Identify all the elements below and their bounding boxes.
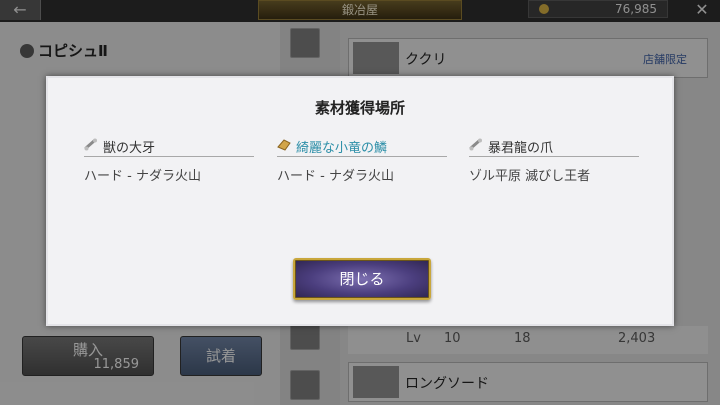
close-button[interactable]: 閉じる xyxy=(293,258,431,300)
material-name: 獣の大牙 xyxy=(103,141,156,156)
material-header: 暴君龍の爪 xyxy=(469,136,639,157)
material-location: ゾル平原 滅びし王者 xyxy=(469,169,591,184)
material-location: ハード - ナダラ火山 xyxy=(84,169,201,184)
material-name: 暴君龍の爪 xyxy=(488,141,554,156)
material-source-dialog: 素材獲得場所 獣の大牙 ハード - ナダラ火山 綺麗な小竜の鱗 ハード - ナダ… xyxy=(46,76,674,326)
material-name: 綺麗な小竜の鱗 xyxy=(296,141,388,156)
dialog-title: 素材獲得場所 xyxy=(314,99,405,117)
material-header: 獣の大牙 xyxy=(84,136,254,157)
scale-icon xyxy=(277,139,291,151)
material-header: 綺麗な小竜の鱗 xyxy=(277,136,447,157)
material-location: ハード - ナダラ火山 xyxy=(277,169,394,184)
material-source[interactable]: 獣の大牙 ハード - ナダラ火山 xyxy=(84,136,254,184)
bone-icon xyxy=(84,138,97,151)
material-source[interactable]: 暴君龍の爪 ゾル平原 滅びし王者 xyxy=(469,136,639,184)
bone-icon xyxy=(469,138,482,151)
material-source[interactable]: 綺麗な小竜の鱗 ハード - ナダラ火山 xyxy=(277,136,447,184)
